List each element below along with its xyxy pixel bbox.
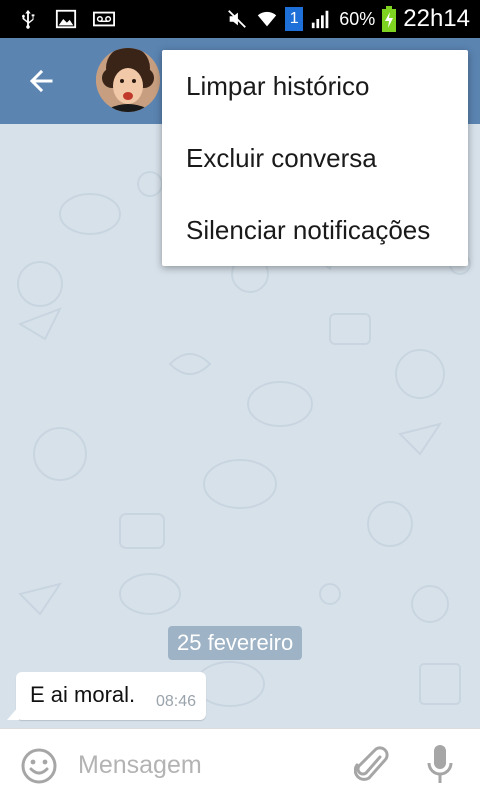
voicemail-icon (93, 11, 115, 27)
back-button[interactable] (20, 60, 62, 102)
avatar[interactable] (96, 48, 160, 112)
sim-badge: 1 (285, 7, 304, 31)
image-icon (55, 9, 77, 29)
arrow-left-icon (29, 69, 53, 93)
status-bar: 1 60% 22h14 (0, 0, 480, 38)
status-system: 1 60% 22h14 (225, 5, 480, 33)
signal-icon (312, 10, 329, 29)
clock: 22h14 (403, 5, 470, 32)
wifi-icon (258, 11, 277, 27)
muted-icon (228, 10, 247, 28)
message-bubble[interactable]: E ai moral. 08:46 (7, 672, 206, 720)
usb-icon (22, 9, 35, 29)
menu-item-delete-chat[interactable]: Excluir conversa (162, 122, 468, 194)
avatar-photo (96, 48, 160, 112)
battery-charging-icon (382, 6, 397, 32)
message-composer (0, 728, 480, 800)
battery-percent: 60% (339, 8, 376, 29)
message-input[interactable] (78, 745, 338, 785)
microphone-icon[interactable] (424, 743, 456, 787)
bubble-tail (7, 706, 19, 720)
overflow-menu: Limpar histórico Excluir conversa Silenc… (162, 50, 468, 266)
status-notifications (0, 8, 116, 30)
menu-item-mute-notifications[interactable]: Silenciar notificações (162, 194, 468, 266)
date-divider: 25 fevereiro (168, 626, 303, 660)
message-text: E ai moral. (30, 682, 136, 707)
menu-item-clear-history[interactable]: Limpar histórico (162, 50, 468, 122)
emoji-icon[interactable] (20, 747, 58, 785)
paperclip-icon[interactable] (354, 745, 390, 785)
message-time: 08:46 (155, 693, 196, 710)
